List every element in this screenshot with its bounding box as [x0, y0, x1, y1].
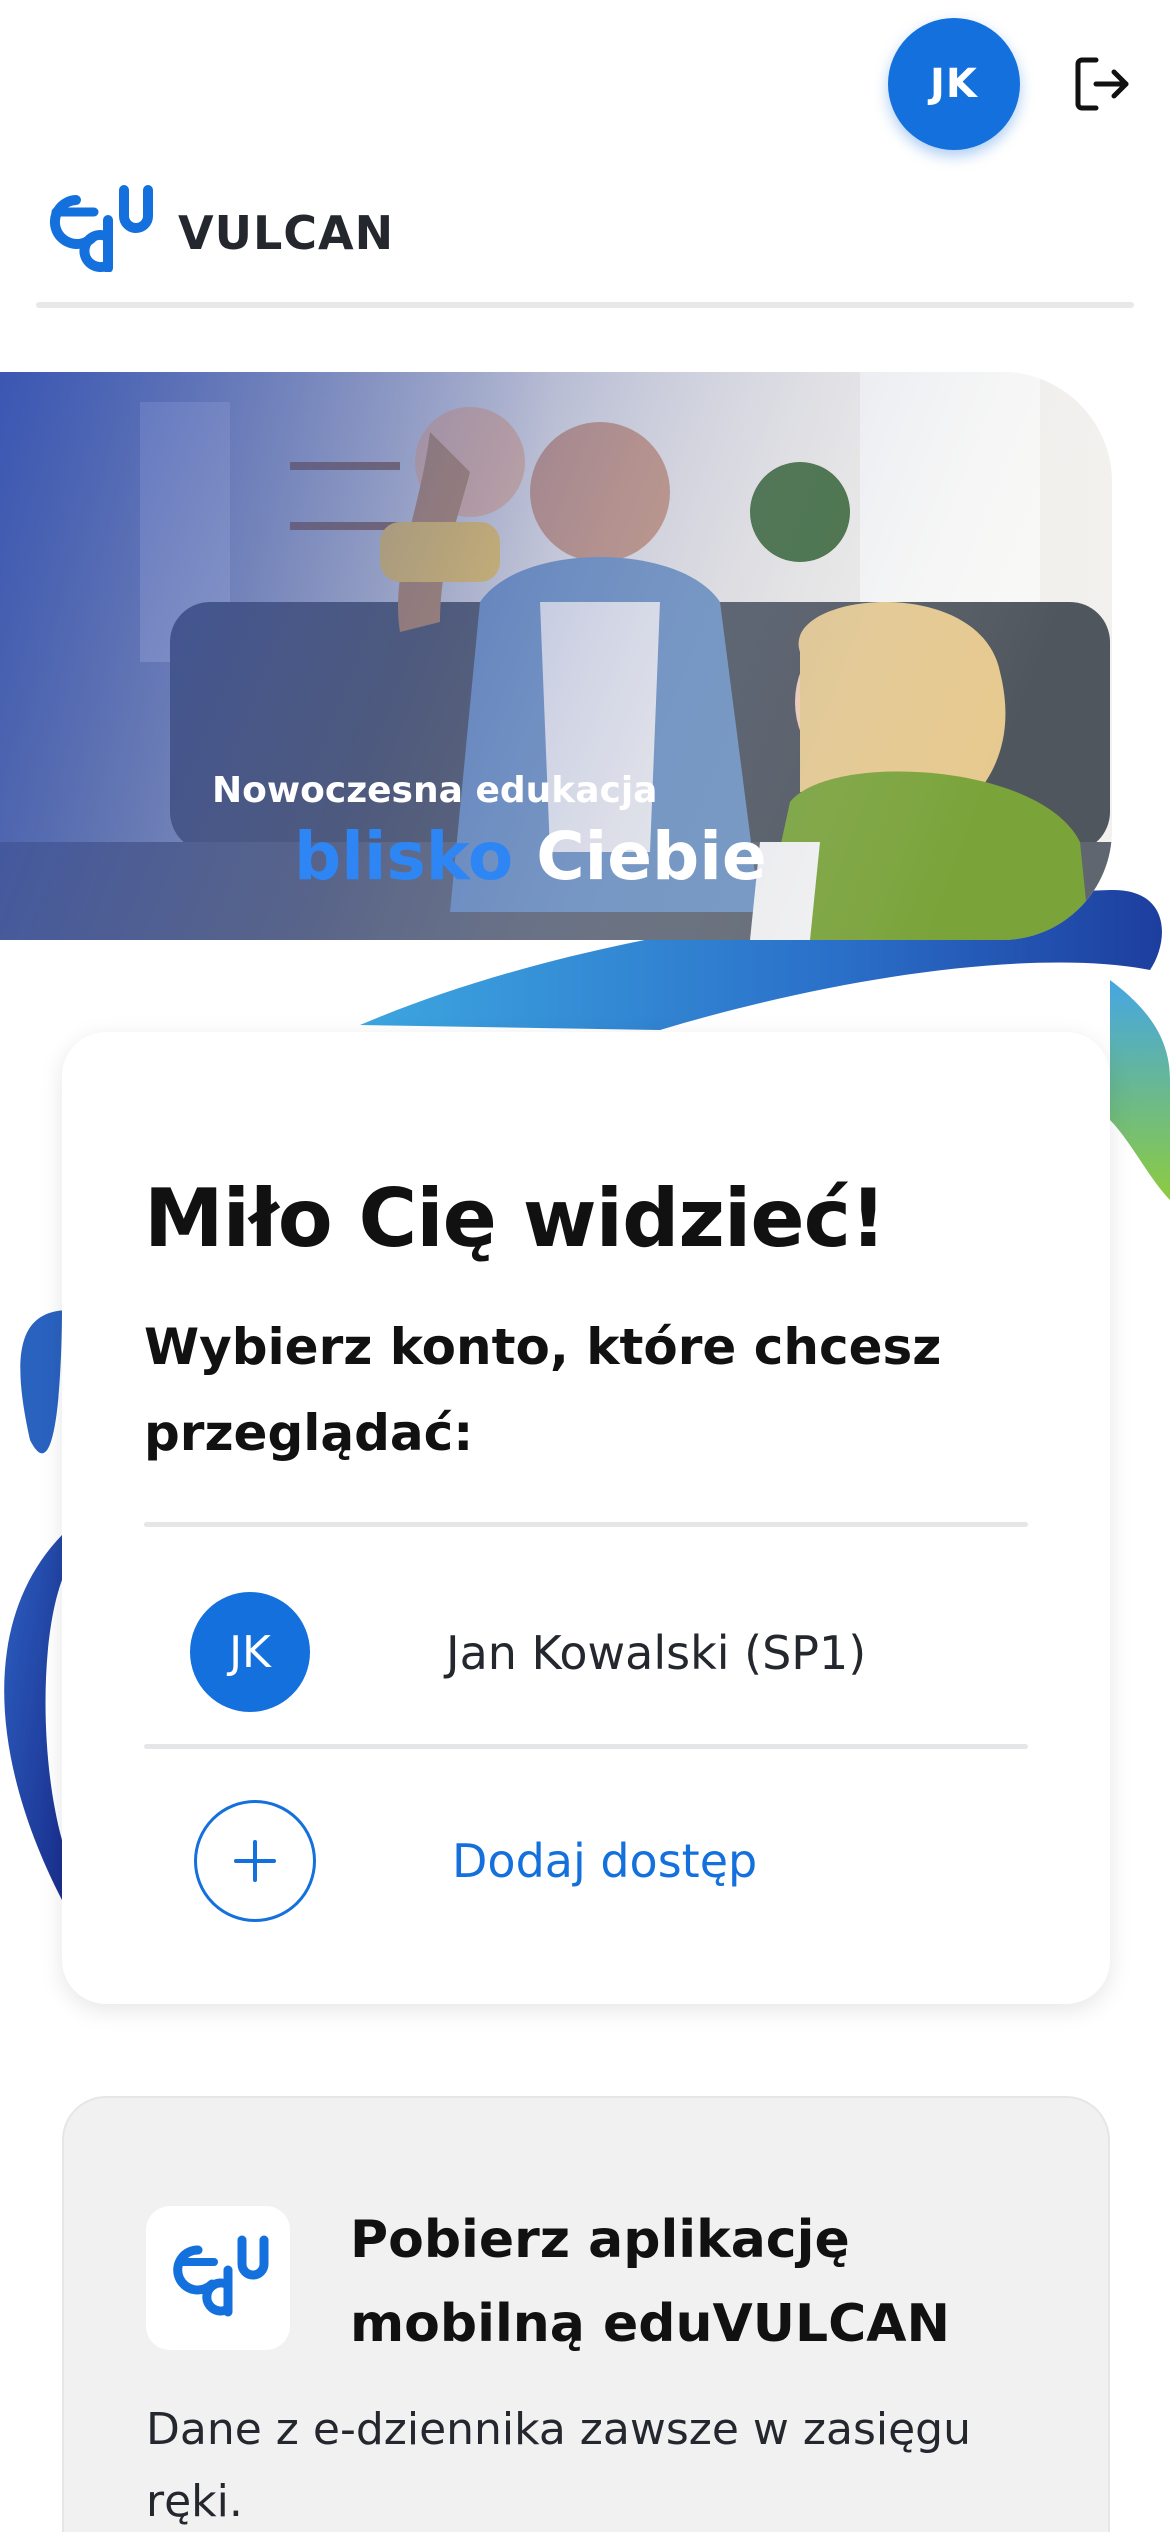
- account-selection-card: Miło Cię widzieć! Wybierz konto, które c…: [62, 1032, 1110, 2004]
- account-name: Jan Kowalski (SP1): [446, 1626, 867, 1680]
- divider: [144, 1522, 1028, 1527]
- hero-headline: blisko Ciebie: [294, 818, 767, 895]
- mobile-app-promo-card[interactable]: Pobierz aplikację mobilną eduVULCAN Dane…: [62, 2096, 1110, 2532]
- promo-title: Pobierz aplikację mobilną eduVULCAN: [350, 2210, 951, 2354]
- header-divider: [36, 302, 1134, 308]
- add-access-button[interactable]: Dodaj dostęp: [144, 1772, 1028, 1942]
- hero-tagline: Nowoczesna edukacja: [212, 770, 658, 811]
- edu-logo-mark: [49, 185, 153, 272]
- plus-icon: [234, 1840, 276, 1882]
- add-access-circle: [194, 1800, 316, 1922]
- eduvulcan-logo[interactable]: VULCAN: [36, 176, 396, 276]
- page: JK VULCAN Nowoczesna edukacja blisko Cie…: [0, 0, 1170, 2532]
- account-item[interactable]: JK Jan Kowalski (SP1): [144, 1544, 1028, 1740]
- hero-white-word: Ciebie: [536, 818, 767, 895]
- edu-app-logo: [173, 2235, 269, 2317]
- card-title: Miło Cię widzieć!: [144, 1172, 887, 1265]
- promo-text: Dane z e-dziennika zawsze w zasięgu ręki…: [146, 2404, 971, 2527]
- divider: [144, 1744, 1028, 1749]
- card-subtitle: Wybierz konto, które chcesz przeglądać:: [144, 1318, 942, 1462]
- account-avatar: JK: [190, 1592, 310, 1712]
- logo-text: VULCAN: [178, 206, 395, 260]
- hero-accent-word: blisko: [294, 818, 514, 895]
- user-avatar-button[interactable]: JK: [888, 18, 1020, 150]
- edu-app-icon: [146, 2206, 290, 2350]
- logout-icon[interactable]: [1070, 52, 1134, 116]
- hero-banner: Nowoczesna edukacja blisko Ciebie: [0, 372, 1112, 940]
- add-access-label: Dodaj dostęp: [452, 1834, 758, 1888]
